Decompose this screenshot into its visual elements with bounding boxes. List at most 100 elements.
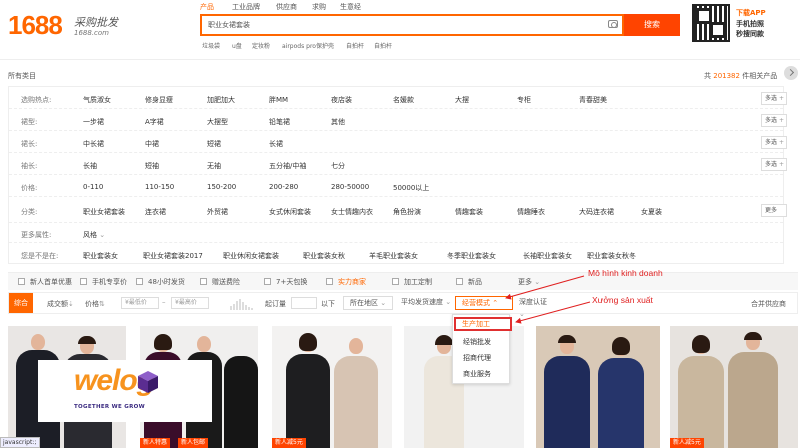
scroll-up-icon[interactable] xyxy=(784,66,798,80)
filter-option[interactable]: 200-280 xyxy=(269,183,298,191)
checkbox-free-insurance[interactable]: 赠送费险 xyxy=(200,277,240,287)
filter-option[interactable]: 一步裙 xyxy=(83,117,104,127)
filter-option[interactable]: 职业女裙套装 xyxy=(83,207,125,217)
filter-option[interactable]: A字裙 xyxy=(145,117,164,127)
filter-option[interactable]: 名媛款 xyxy=(393,95,414,105)
filter-option[interactable]: 无袖 xyxy=(207,161,221,171)
filter-label: 您是不是在: xyxy=(21,252,59,260)
search-input[interactable] xyxy=(202,16,598,34)
filter-option[interactable]: 情趣睡衣 xyxy=(517,207,545,217)
filter-option[interactable]: 铅笔裙 xyxy=(269,117,290,127)
checkbox-label: 新人首单优惠 xyxy=(30,278,72,286)
filter-option[interactable]: 大摆型 xyxy=(207,117,228,127)
suggestion-link[interactable]: 羊毛职业套装女 xyxy=(369,251,418,261)
checkbox-7-day-exchange[interactable]: 7+天包换 xyxy=(264,277,307,287)
model-head xyxy=(349,338,363,354)
filter-option[interactable]: 胖MM xyxy=(269,95,288,105)
search-button[interactable]: 搜索 xyxy=(624,14,680,36)
app-promo-title[interactable]: 下载APP xyxy=(736,8,766,18)
checkbox-mobile-price[interactable]: 手机专享价 xyxy=(80,277,127,287)
product-card[interactable]: 新人减5元 xyxy=(670,326,798,448)
all-categories[interactable]: 所有类目 xyxy=(8,71,36,81)
filter-option[interactable]: 280-50000 xyxy=(331,183,369,191)
filter-option[interactable]: 情趣套装 xyxy=(455,207,483,217)
suggestion-link[interactable]: 职业休闲女裙套装 xyxy=(223,251,279,261)
location-dropdown[interactable]: 所在地区 ⌄ xyxy=(343,296,393,310)
filter-option[interactable]: 女士情趣内衣 xyxy=(331,207,373,217)
menu-item-franchise[interactable]: 招商代理 xyxy=(463,353,491,363)
suggestion-link[interactable]: 职业套装女 xyxy=(83,251,118,261)
checkbox-48h-shipping[interactable]: 48小时发货 xyxy=(136,277,185,287)
suggestion-link[interactable]: 长袖职业套装女 xyxy=(523,251,572,261)
filter-option[interactable]: 大码连衣裙 xyxy=(579,207,614,217)
hot-word[interactable]: 定妆粉 xyxy=(252,41,270,50)
hot-word[interactable]: 自拍杆 xyxy=(346,41,364,50)
hot-word[interactable]: 自拍杆 xyxy=(374,41,392,50)
checkbox-icon xyxy=(264,278,271,285)
filter-option[interactable]: 七分 xyxy=(331,161,345,171)
filter-option[interactable]: 女式休闲套装 xyxy=(269,207,311,217)
suggestion-link[interactable]: 职业女裙套装2017 xyxy=(143,251,203,261)
min-order-input[interactable] xyxy=(291,297,317,309)
tab-suppliers[interactable]: 供应商 xyxy=(276,2,297,12)
max-price-input[interactable]: ¥最高价 xyxy=(171,297,209,309)
min-price-input[interactable]: ¥最低价 xyxy=(121,297,159,309)
filter-option[interactable]: 气质淑女 xyxy=(83,95,111,105)
sort-volume[interactable]: 成交额⇣ xyxy=(47,299,74,309)
hot-word[interactable]: 垃圾袋 xyxy=(202,41,220,50)
filter-option[interactable]: 连衣裙 xyxy=(145,207,166,217)
checkbox-new-user-discount[interactable]: 新人首单优惠 xyxy=(18,277,72,287)
menu-item-business-services[interactable]: 商业服务 xyxy=(463,369,491,379)
filter-option[interactable]: 0-110 xyxy=(83,183,103,191)
filter-option[interactable]: 中裙 xyxy=(145,139,159,149)
multi-select-button[interactable]: 多选 xyxy=(761,136,787,149)
filter-option[interactable]: 夜店装 xyxy=(331,95,352,105)
checkbox-strong-merchant[interactable]: 实力商家 xyxy=(326,277,366,287)
filter-option[interactable]: 角色扮演 xyxy=(393,207,421,217)
filter-option[interactable]: 五分袖/中袖 xyxy=(269,161,306,171)
filter-option[interactable]: 50000以上 xyxy=(393,183,429,193)
suggestion-link[interactable]: 冬季职业套装女 xyxy=(447,251,496,261)
filter-option[interactable]: 专柜 xyxy=(517,95,531,105)
filter-option[interactable]: 外贸裙 xyxy=(207,207,228,217)
multi-select-button[interactable]: 多选 xyxy=(761,158,787,171)
logo[interactable]: 1688 xyxy=(8,10,63,41)
filter-option-style[interactable]: 风格 ⌄ xyxy=(83,230,105,240)
multi-select-button[interactable]: 多选 xyxy=(761,92,787,105)
filter-option[interactable]: 短袖 xyxy=(145,161,159,171)
sort-label: 成交额 xyxy=(47,300,68,308)
filter-option[interactable]: 加肥加大 xyxy=(207,95,235,105)
filter-option[interactable]: 修身显瘦 xyxy=(145,95,173,105)
camera-icon[interactable] xyxy=(608,20,618,28)
suggestion-link[interactable]: 职业套装女秋冬 xyxy=(587,251,636,261)
filter-option[interactable]: 青春甜美 xyxy=(579,95,607,105)
hot-word[interactable]: u盘 xyxy=(232,41,242,50)
filter-option[interactable]: 大摆 xyxy=(455,95,469,105)
dropdown-label: 所在地区 xyxy=(350,299,378,307)
product-card[interactable] xyxy=(536,326,660,448)
tab-business-guide[interactable]: 生意经 xyxy=(340,2,361,12)
tab-buying-requests[interactable]: 求购 xyxy=(312,2,326,12)
filter-option[interactable]: 长袖 xyxy=(83,161,97,171)
filter-option[interactable]: 长裙 xyxy=(269,139,283,149)
logo-slogan: 采购批发 xyxy=(74,16,118,29)
filter-option[interactable]: 其他 xyxy=(331,117,345,127)
filter-option[interactable]: 中长裙 xyxy=(83,139,104,149)
tab-products[interactable]: 产品 xyxy=(200,2,214,12)
filter-option[interactable]: 短裙 xyxy=(207,139,221,149)
hot-word[interactable]: airpods pro保护壳 xyxy=(282,41,334,50)
product-card[interactable]: 新人减5元 xyxy=(272,326,392,448)
merge-suppliers[interactable]: 合并供应商 xyxy=(751,299,786,309)
multi-select-button[interactable]: 多选 xyxy=(761,114,787,127)
sort-price[interactable]: 价格⇅ xyxy=(85,299,105,309)
checkbox-icon xyxy=(80,278,87,285)
menu-item-distribution[interactable]: 经销批发 xyxy=(463,337,491,347)
filter-option[interactable]: 150-200 xyxy=(207,183,236,191)
tab-industrial-brands[interactable]: 工业品牌 xyxy=(232,2,260,12)
checkbox-custom-processing[interactable]: 加工定制 xyxy=(392,277,432,287)
filter-option[interactable]: 女夏装 xyxy=(641,207,662,217)
more-button[interactable]: 更多 xyxy=(761,204,787,217)
filter-option[interactable]: 110-150 xyxy=(145,183,174,191)
sort-default-button[interactable]: 综合 xyxy=(9,293,33,313)
suggestion-link[interactable]: 职业套装女秋 xyxy=(303,251,345,261)
